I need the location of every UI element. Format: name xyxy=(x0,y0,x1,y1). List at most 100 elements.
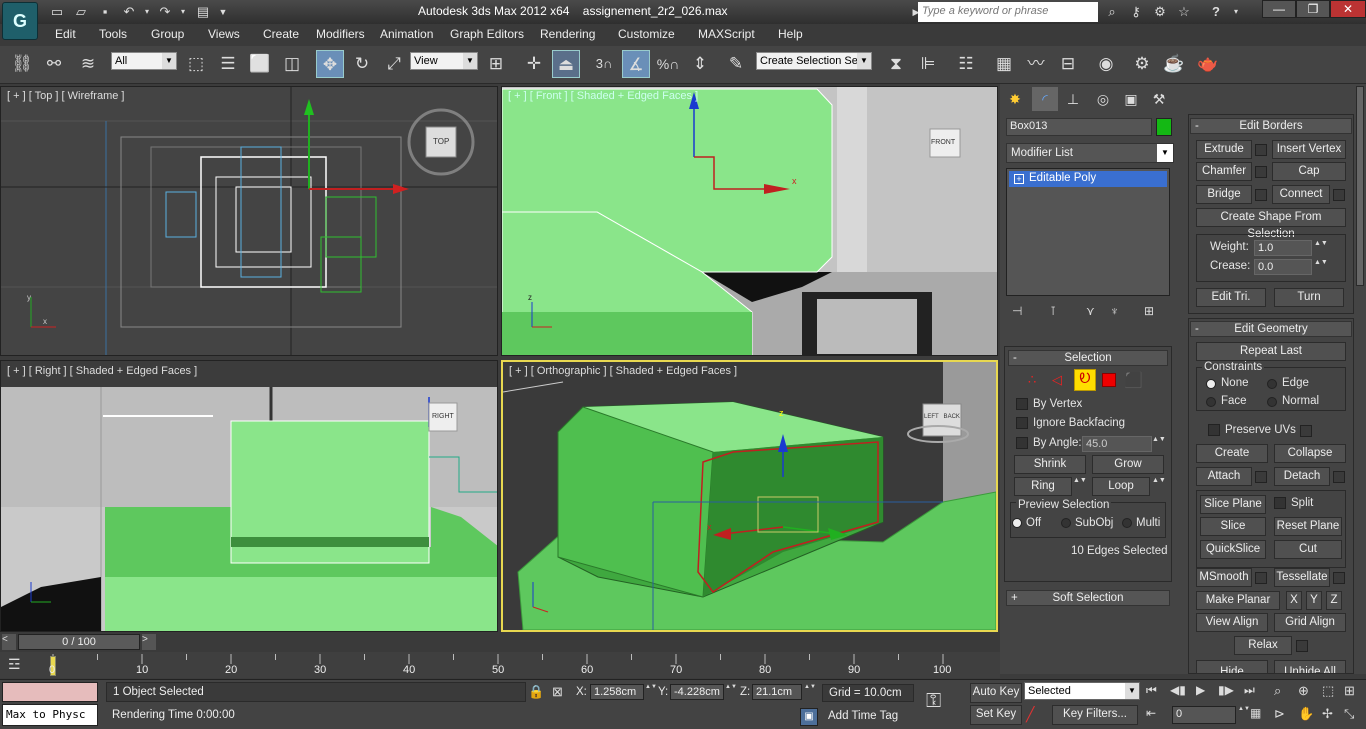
menu-views[interactable]: Views xyxy=(208,27,240,41)
preserve-uvs-checkbox[interactable] xyxy=(1208,424,1220,436)
viewcube-ortho-label[interactable]: LEFT BACK xyxy=(924,414,960,420)
go-to-end-icon[interactable]: ⏭ xyxy=(1244,683,1264,701)
key-filters-button[interactable]: Key Filters... xyxy=(1052,705,1138,725)
bind-to-space-warp-icon[interactable]: ≋ xyxy=(74,50,102,78)
attach-button[interactable]: Attach xyxy=(1196,467,1252,486)
undo-dropdown-icon[interactable]: ▾ xyxy=(138,3,156,21)
connect-settings-icon[interactable] xyxy=(1333,189,1345,201)
planar-z-button[interactable]: Z xyxy=(1326,591,1342,610)
layer-manager-icon[interactable]: ☷ xyxy=(952,50,980,78)
maxscript-listener-pink[interactable] xyxy=(2,682,98,702)
save-file-icon[interactable]: ▪ xyxy=(96,3,114,21)
preview-off-radio[interactable] xyxy=(1012,518,1022,528)
create-button[interactable]: Create xyxy=(1196,444,1268,463)
crease-spinner-arrows-icon[interactable]: ▲▼ xyxy=(1314,259,1328,275)
select-and-move-icon[interactable]: ✥ xyxy=(316,50,344,78)
viewport-orthographic[interactable]: [ + ] [ Orthographic ] [ Shaded + Edged … xyxy=(501,360,998,632)
cap-button[interactable]: Cap xyxy=(1272,162,1346,181)
edit-borders-header[interactable]: - Edit Borders xyxy=(1190,118,1352,134)
project-folder-icon[interactable]: ▤ xyxy=(194,3,212,21)
insert-vertex-button[interactable]: Insert Vertex xyxy=(1272,140,1346,159)
split-checkbox[interactable] xyxy=(1274,497,1286,509)
panel-scrollbar[interactable] xyxy=(1356,86,1364,286)
menu-customize[interactable]: Customize xyxy=(618,27,675,41)
constraint-face-radio[interactable] xyxy=(1206,397,1216,407)
menu-modifiers[interactable]: Modifiers xyxy=(316,27,365,41)
key-mode-toggle-icon[interactable]: ⇤ xyxy=(1146,706,1166,724)
key-set-dropdown[interactable]: Selected ▼ xyxy=(1024,682,1140,700)
viewcube-right-label[interactable]: RIGHT xyxy=(432,413,454,420)
redo-icon[interactable]: ↷ xyxy=(156,3,174,21)
edit-tri-button[interactable]: Edit Tri. xyxy=(1196,288,1266,307)
select-and-link-icon[interactable]: ⛓ xyxy=(8,50,36,78)
msmooth-settings-icon[interactable] xyxy=(1255,572,1267,584)
render-setup-icon[interactable]: ⚙ xyxy=(1128,50,1156,78)
field-of-view-icon[interactable]: ⊳ xyxy=(1274,706,1292,724)
absolute-transform-icon[interactable]: ⊠ xyxy=(552,684,568,700)
bridge-settings-icon[interactable] xyxy=(1255,189,1267,201)
vertex-mode-icon[interactable]: ∴ xyxy=(1028,372,1046,390)
modify-tab-icon[interactable]: ◜ xyxy=(1032,87,1058,111)
menu-animation[interactable]: Animation xyxy=(380,27,433,41)
viewport-ortho-label[interactable]: [ + ] [ Orthographic ] [ Shaded + Edged … xyxy=(509,365,737,377)
constraint-edge-radio[interactable] xyxy=(1267,379,1277,389)
curve-editor-icon[interactable]: 〰 xyxy=(1022,50,1050,78)
utilities-tab-icon[interactable]: ⚒ xyxy=(1146,87,1172,111)
viewport-right[interactable]: [ + ] [ Right ] [ Shaded + Edged Faces ]… xyxy=(0,360,498,632)
viewport-top[interactable]: [ + ] [ Top ] [ Wireframe ] TOP y x xyxy=(0,86,498,356)
loop-button[interactable]: Loop xyxy=(1092,477,1150,496)
bridge-button[interactable]: Bridge xyxy=(1196,185,1252,204)
angle-spinner[interactable]: 45.0 xyxy=(1082,436,1152,452)
add-time-tag[interactable]: Add Time Tag xyxy=(822,708,914,726)
search-input[interactable]: Type a keyword or phrase xyxy=(918,2,1098,22)
align-icon[interactable]: ⊫ xyxy=(914,50,942,78)
ring-button[interactable]: Ring xyxy=(1014,477,1072,496)
redo-dropdown-icon[interactable]: ▾ xyxy=(174,3,192,21)
display-tab-icon[interactable]: ▣ xyxy=(1118,87,1144,111)
viewport-front-label[interactable]: [ + ] [ Front ] [ Shaded + Edged Faces ] xyxy=(508,90,698,102)
go-to-start-icon[interactable]: ⏮ xyxy=(1146,683,1166,701)
by-angle-checkbox[interactable] xyxy=(1016,437,1028,449)
viewcube-front-label[interactable]: FRONT xyxy=(931,139,955,146)
communication-center-icon[interactable]: ⚙ xyxy=(1150,3,1170,21)
connect-button[interactable]: Connect xyxy=(1272,185,1330,204)
preview-subobj-radio[interactable] xyxy=(1061,518,1071,528)
rectangular-selection-icon[interactable]: ⬜ xyxy=(246,50,274,78)
set-key-button[interactable]: Set Key xyxy=(970,705,1022,725)
current-frame-field[interactable]: 0 xyxy=(1172,706,1236,724)
by-vertex-checkbox[interactable] xyxy=(1016,398,1028,410)
mirror-icon[interactable]: ⧗ xyxy=(882,50,910,78)
planar-x-button[interactable]: X xyxy=(1286,591,1302,610)
repeat-last-button[interactable]: Repeat Last xyxy=(1196,342,1346,361)
edge-mode-icon[interactable]: ◁ xyxy=(1052,372,1070,390)
quick-access-dropdown-icon[interactable]: ▼ xyxy=(214,3,232,21)
slice-plane-button[interactable]: Slice Plane xyxy=(1200,495,1266,514)
tessellate-button[interactable]: Tessellate xyxy=(1274,568,1330,587)
shrink-button[interactable]: Shrink xyxy=(1014,455,1086,474)
edit-named-selection-icon[interactable]: ✎ xyxy=(722,50,750,78)
element-mode-icon[interactable]: ⬛ xyxy=(1124,371,1143,389)
menu-graph-editors[interactable]: Graph Editors xyxy=(450,27,524,41)
open-file-icon[interactable]: ▱ xyxy=(72,3,90,21)
motion-tab-icon[interactable]: ◎ xyxy=(1090,87,1116,111)
detach-settings-icon[interactable] xyxy=(1333,471,1345,483)
pan-view-icon[interactable]: ✋ xyxy=(1298,706,1316,724)
selection-rollout-header[interactable]: - Selection xyxy=(1008,350,1168,366)
select-and-rotate-icon[interactable]: ↻ xyxy=(348,50,376,78)
x-coordinate-field[interactable]: 1.258cm xyxy=(590,684,644,700)
render-production-icon[interactable]: 🫖 xyxy=(1194,50,1222,78)
key-pencil-icon[interactable]: ╱ xyxy=(1026,706,1046,724)
viewcube-top-label[interactable]: TOP xyxy=(433,137,449,146)
hide-selected-button[interactable]: Hide Selected xyxy=(1196,660,1268,674)
edit-geometry-header[interactable]: - Edit Geometry xyxy=(1190,321,1352,337)
chamfer-button[interactable]: Chamfer xyxy=(1196,162,1252,181)
quickslice-button[interactable]: QuickSlice xyxy=(1200,540,1266,559)
undo-icon[interactable]: ↶ xyxy=(120,3,138,21)
z-spinner-icon[interactable]: ▲▼ xyxy=(804,684,816,700)
polygon-mode-icon[interactable] xyxy=(1102,373,1116,387)
relax-button[interactable]: Relax xyxy=(1234,636,1292,655)
make-planar-button[interactable]: Make Planar xyxy=(1196,591,1280,610)
spinner-snap-toggle-icon[interactable]: ⇕ xyxy=(686,50,714,78)
chamfer-settings-icon[interactable] xyxy=(1255,166,1267,178)
reference-coordinate-dropdown[interactable]: View ▼ xyxy=(410,52,478,70)
